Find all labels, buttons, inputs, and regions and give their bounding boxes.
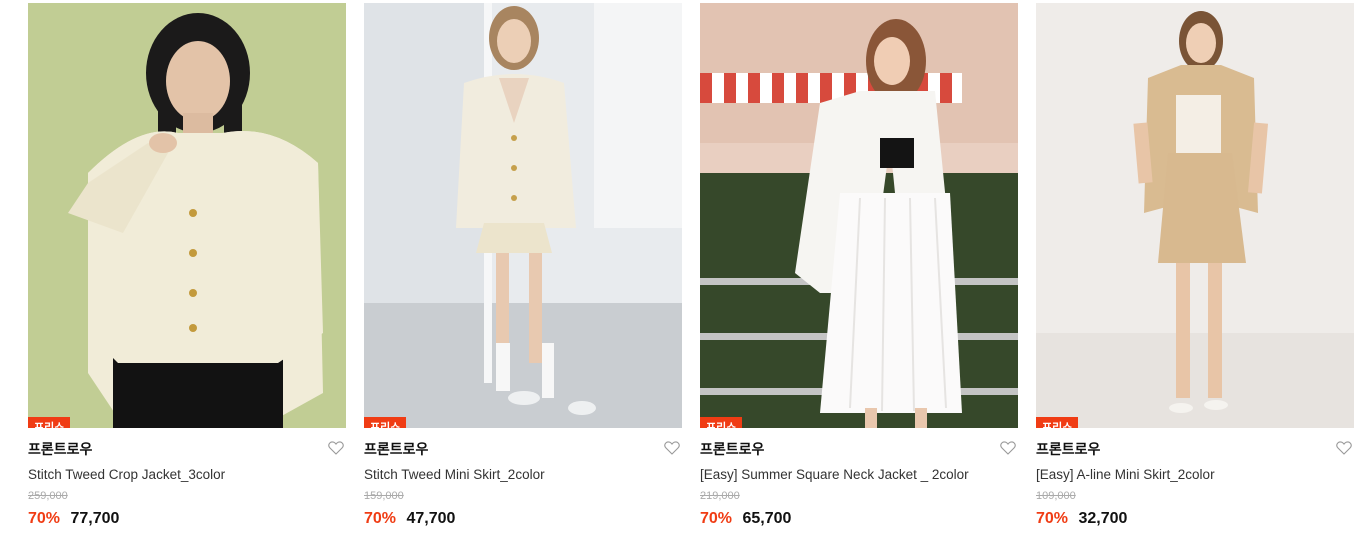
original-price: 219,000 [700, 490, 740, 502]
heart-outline-icon[interactable] [1000, 441, 1016, 455]
sale-price: 47,700 [406, 510, 456, 527]
preshow-badge: 프리쇼 [700, 417, 743, 428]
product-image[interactable]: 프리쇼 [1036, 3, 1354, 428]
price-row: 70% 32,700 [1036, 509, 1354, 529]
original-price: 159,000 [364, 490, 404, 502]
discount-rate: 70% [364, 510, 397, 527]
preshow-badge: 프리쇼 [28, 417, 71, 428]
heart-outline-icon[interactable] [664, 441, 680, 455]
product-name[interactable]: [Easy] Summer Square Neck Jacket _ 2colo… [700, 466, 1018, 484]
product-card[interactable]: 프리쇼 프론트로우 [Easy] Summer Square Neck Jack… [700, 3, 1018, 529]
product-photo [700, 3, 1018, 428]
product-name[interactable]: Stitch Tweed Mini Skirt_2color [364, 466, 682, 484]
product-card[interactable]: 프리쇼 프론트로우 Stitch Tweed Crop Jacket_3colo… [28, 3, 346, 529]
product-photo [364, 3, 682, 428]
product-card[interactable]: 프리쇼 프론트로우 Stitch Tweed Mini Skirt_2color… [364, 3, 682, 529]
product-image[interactable]: 프리쇼 [364, 3, 682, 428]
preshow-badge: 프리쇼 [364, 417, 407, 428]
product-image[interactable]: 프리쇼 [700, 3, 1018, 428]
sale-price: 77,700 [70, 510, 120, 527]
sale-price: 32,700 [1078, 510, 1128, 527]
brand-name[interactable]: 프론트로우 [1036, 440, 1354, 458]
preshow-badge: 프리쇼 [1036, 417, 1079, 428]
original-price: 259,000 [28, 490, 68, 502]
heart-outline-icon[interactable] [1336, 441, 1352, 455]
product-grid: 프리쇼 프론트로우 Stitch Tweed Crop Jacket_3colo… [0, 0, 1364, 538]
price-row: 70% 65,700 [700, 509, 1018, 529]
sale-price: 65,700 [742, 510, 792, 527]
discount-rate: 70% [700, 510, 733, 527]
discount-rate: 70% [28, 510, 61, 527]
product-photo [28, 3, 346, 428]
brand-name[interactable]: 프론트로우 [700, 440, 1018, 458]
product-image[interactable]: 프리쇼 [28, 3, 346, 428]
price-row: 70% 47,700 [364, 509, 682, 529]
brand-name[interactable]: 프론트로우 [28, 440, 346, 458]
product-card[interactable]: 프리쇼 프론트로우 [Easy] A-line Mini Skirt_2colo… [1036, 3, 1354, 529]
product-name[interactable]: Stitch Tweed Crop Jacket_3color [28, 466, 346, 484]
price-row: 70% 77,700 [28, 509, 346, 529]
discount-rate: 70% [1036, 510, 1069, 527]
product-photo [1036, 3, 1354, 428]
product-name[interactable]: [Easy] A-line Mini Skirt_2color [1036, 466, 1354, 484]
original-price: 109,000 [1036, 490, 1076, 502]
brand-name[interactable]: 프론트로우 [364, 440, 682, 458]
heart-outline-icon[interactable] [328, 441, 344, 455]
